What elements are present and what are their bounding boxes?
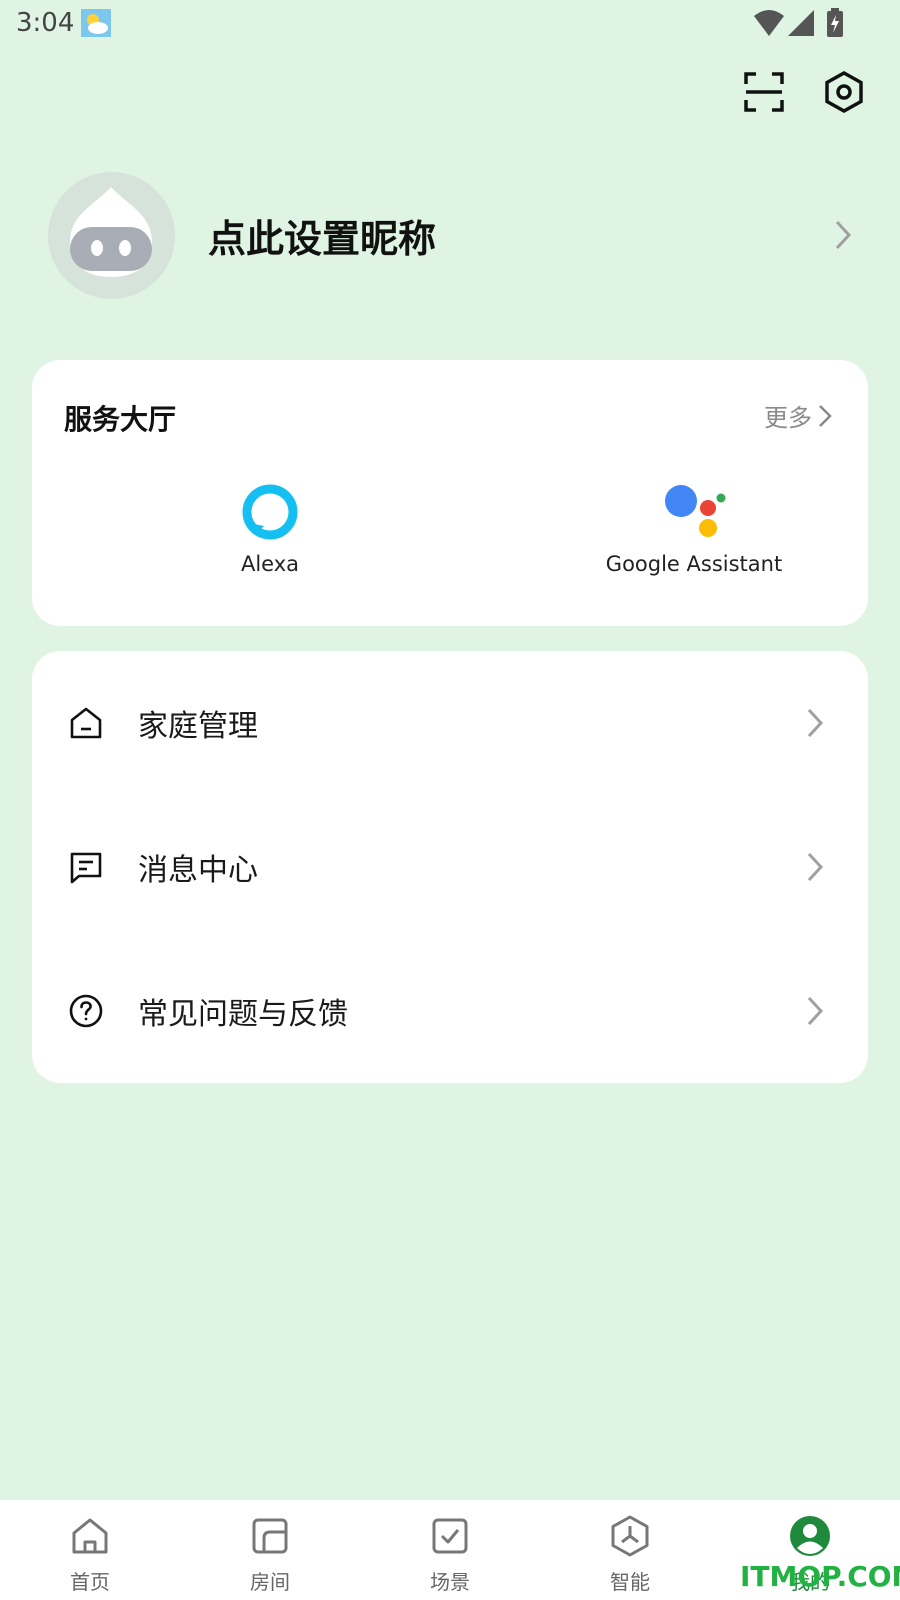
settings-button[interactable]: [822, 70, 866, 114]
menu-item-faq-feedback[interactable]: 常见问题与反馈: [32, 939, 868, 1083]
menu-item-label: 常见问题与反馈: [138, 997, 348, 1032]
service-item-alexa[interactable]: Alexa: [120, 478, 420, 576]
profile-icon: [790, 1516, 830, 1556]
google-assistant-icon: [665, 485, 726, 537]
wifi-icon: [754, 10, 784, 40]
home-icon: [72, 1518, 108, 1554]
menu-item-family-management[interactable]: 家庭管理: [32, 651, 868, 795]
more-link[interactable]: 更多: [764, 398, 832, 433]
watermark: ITMOP.COM: [740, 1560, 900, 1593]
chevron-right-icon: [807, 708, 824, 738]
nav-item-smart[interactable]: 智能: [570, 1512, 690, 1595]
avatar[interactable]: [48, 172, 175, 299]
nav-item-home[interactable]: 首页: [30, 1512, 150, 1595]
battery-icon: [826, 8, 844, 42]
nickname-label[interactable]: 点此设置昵称: [208, 208, 436, 263]
nav-item-scene[interactable]: 场景: [390, 1512, 510, 1595]
chevron-right-icon: [807, 996, 824, 1026]
service-item-google-assistant[interactable]: Google Assistant: [544, 478, 844, 576]
nav-item-label: 智能: [610, 1570, 650, 1594]
service-hall-title: 服务大厅: [64, 403, 177, 436]
service-item-label: Alexa: [240, 552, 300, 576]
menu-card: 家庭管理 消息中心 常见问题与反馈: [32, 651, 868, 1083]
service-hall-card: 服务大厅 更多 Alexa Google Assistant: [32, 360, 868, 626]
nav-item-label: 场景: [430, 1570, 470, 1594]
profile-row[interactable]: 点此设置昵称: [0, 170, 900, 300]
help-icon: [69, 994, 103, 1028]
settings-icon: [825, 71, 863, 113]
service-item-label: Google Assistant: [605, 552, 783, 576]
room-icon: [252, 1518, 288, 1554]
weather-icon: [81, 9, 111, 37]
nav-item-label: 首页: [70, 1570, 110, 1594]
status-time: 3:04: [16, 8, 75, 38]
scan-icon: [744, 72, 784, 112]
smart-icon: [611, 1515, 649, 1557]
chevron-right-icon: [834, 220, 852, 254]
chevron-right-icon: [807, 852, 824, 882]
status-bar: 3:04: [0, 0, 900, 50]
menu-item-label: 家庭管理: [138, 709, 258, 744]
home-icon: [70, 707, 102, 739]
chevron-right-icon: [819, 404, 832, 427]
scan-button[interactable]: [742, 70, 786, 114]
signal-icon: [788, 10, 814, 40]
nav-item-room[interactable]: 房间: [210, 1512, 330, 1595]
menu-item-message-center[interactable]: 消息中心: [32, 795, 868, 939]
nav-item-label: 房间: [250, 1570, 290, 1594]
alexa-icon: [242, 484, 298, 540]
scene-icon: [432, 1518, 468, 1554]
menu-item-label: 消息中心: [138, 853, 258, 888]
message-icon: [70, 852, 102, 884]
more-label: 更多: [764, 404, 812, 432]
